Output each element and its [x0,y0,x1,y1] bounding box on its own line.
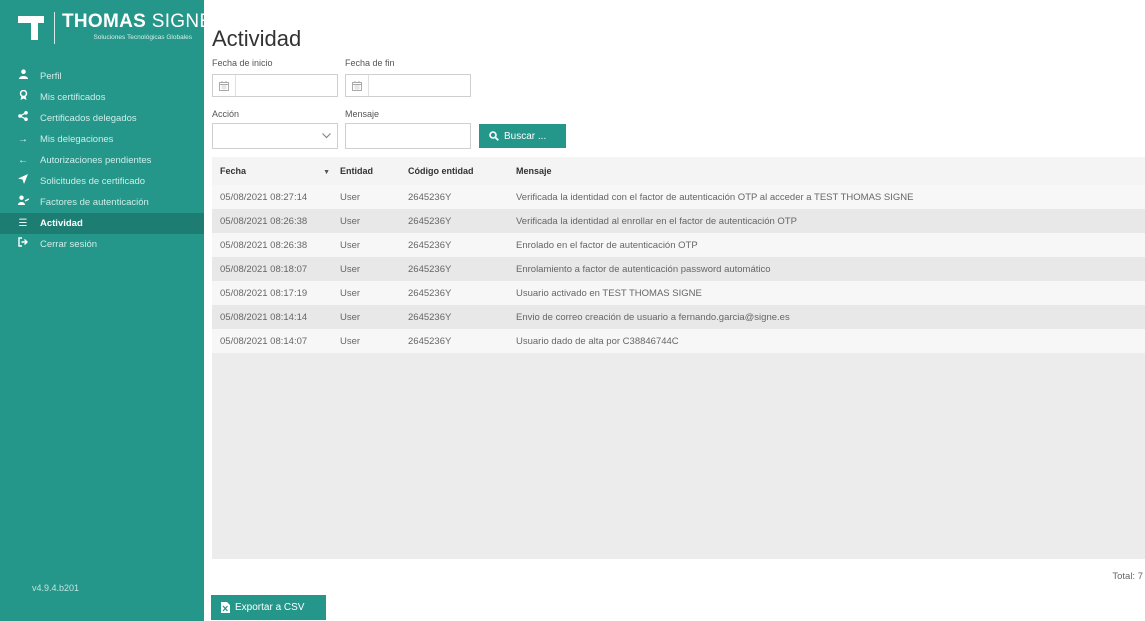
logo-divider [54,12,55,44]
table-row[interactable]: 05/08/2021 08:26:38 User 2645236Y Verifi… [212,209,1145,233]
user-key-icon [16,192,30,213]
sidebar-item-factores-autenticacion[interactable]: Factores de autenticación [0,192,204,213]
table-row[interactable]: 05/08/2021 08:26:38 User 2645236Y Enrola… [212,233,1145,257]
user-icon [16,66,30,87]
sidebar-item-mis-certificados[interactable]: Mis certificados [0,87,204,108]
column-header-entidad[interactable]: Entidad [330,166,400,176]
fecha-fin-label: Fecha de fin [345,58,395,68]
sidebar-item-autorizaciones-pendientes[interactable]: ← Autorizaciones pendientes [0,150,204,171]
share-icon [16,108,30,129]
sidebar-item-mis-delegaciones[interactable]: → Mis delegaciones [0,129,204,150]
calendar-icon[interactable] [213,75,236,96]
send-icon [16,171,30,192]
accion-select[interactable] [212,123,338,149]
mensaje-input[interactable] [345,123,471,149]
table-row[interactable]: 05/08/2021 08:27:14 User 2645236Y Verifi… [212,185,1145,209]
certificate-icon [16,87,30,108]
sidebar-item-certificados-delegados[interactable]: Certificados delegados [0,108,204,129]
sign-out-icon [16,234,30,255]
sidebar-item-perfil[interactable]: Perfil [0,66,204,87]
sidebar-item-actividad[interactable]: ☰ Actividad [0,213,204,234]
sidebar: THOMAS SIGNE Soluciones Tecnológicas Glo… [0,0,212,621]
table-row[interactable]: 05/08/2021 08:14:14 User 2645236Y Envio … [212,305,1145,329]
page-title: Actividad [212,26,302,51]
chevron-down-icon [315,124,337,148]
table-row[interactable]: 05/08/2021 08:17:19 User 2645236Y Usuari… [212,281,1145,305]
list-icon: ☰ [18,218,28,229]
sidebar-nav: Perfil Mis certificados Certificados del… [0,66,204,255]
search-button[interactable]: Buscar ... [479,124,566,148]
sidebar-item-cerrar-sesion[interactable]: Cerrar sesión [0,234,204,255]
accion-label: Acción [212,109,240,119]
brand-tagline: Soluciones Tecnológicas Globales [93,34,192,41]
column-header-mensaje[interactable]: Mensaje [512,166,1145,176]
arrow-left-icon: ← [18,155,28,166]
fecha-fin-input[interactable] [345,74,471,97]
arrow-right-icon: → [18,134,28,145]
column-header-codigo-entidad[interactable]: Código entidad [400,166,512,176]
logo-mark-icon [18,16,44,40]
sort-down-icon[interactable]: ▼ [323,169,330,176]
fecha-inicio-input[interactable] [212,74,338,97]
table-total-count: Total: 7 [1112,571,1143,582]
thomas-signe-logo: THOMAS SIGNE Soluciones Tecnológicas Glo… [18,10,212,50]
calendar-icon[interactable] [346,75,369,96]
app-version: v4.9.4.b201 [32,583,80,593]
search-icon [489,131,499,141]
export-csv-button[interactable]: Exportar a CSV [211,595,326,620]
activity-table: Fecha ▼ Entidad Código entidad Mensaje 0… [212,157,1145,559]
table-row[interactable]: 05/08/2021 08:14:07 User 2645236Y Usuari… [212,329,1145,353]
table-row[interactable]: 05/08/2021 08:18:07 User 2645236Y Enrola… [212,257,1145,281]
column-header-fecha[interactable]: Fecha ▼ [212,166,330,176]
main-content: Actividad Fecha de inicio Fecha de fin A… [204,0,1145,621]
brand-name: THOMAS SIGNE [62,11,213,32]
file-excel-icon [221,602,230,613]
table-header: Fecha ▼ Entidad Código entidad Mensaje [212,157,1145,185]
mensaje-label: Mensaje [345,109,380,119]
fecha-inicio-label: Fecha de inicio [212,58,273,68]
sidebar-item-solicitudes-certificado[interactable]: Solicitudes de certificado [0,171,204,192]
